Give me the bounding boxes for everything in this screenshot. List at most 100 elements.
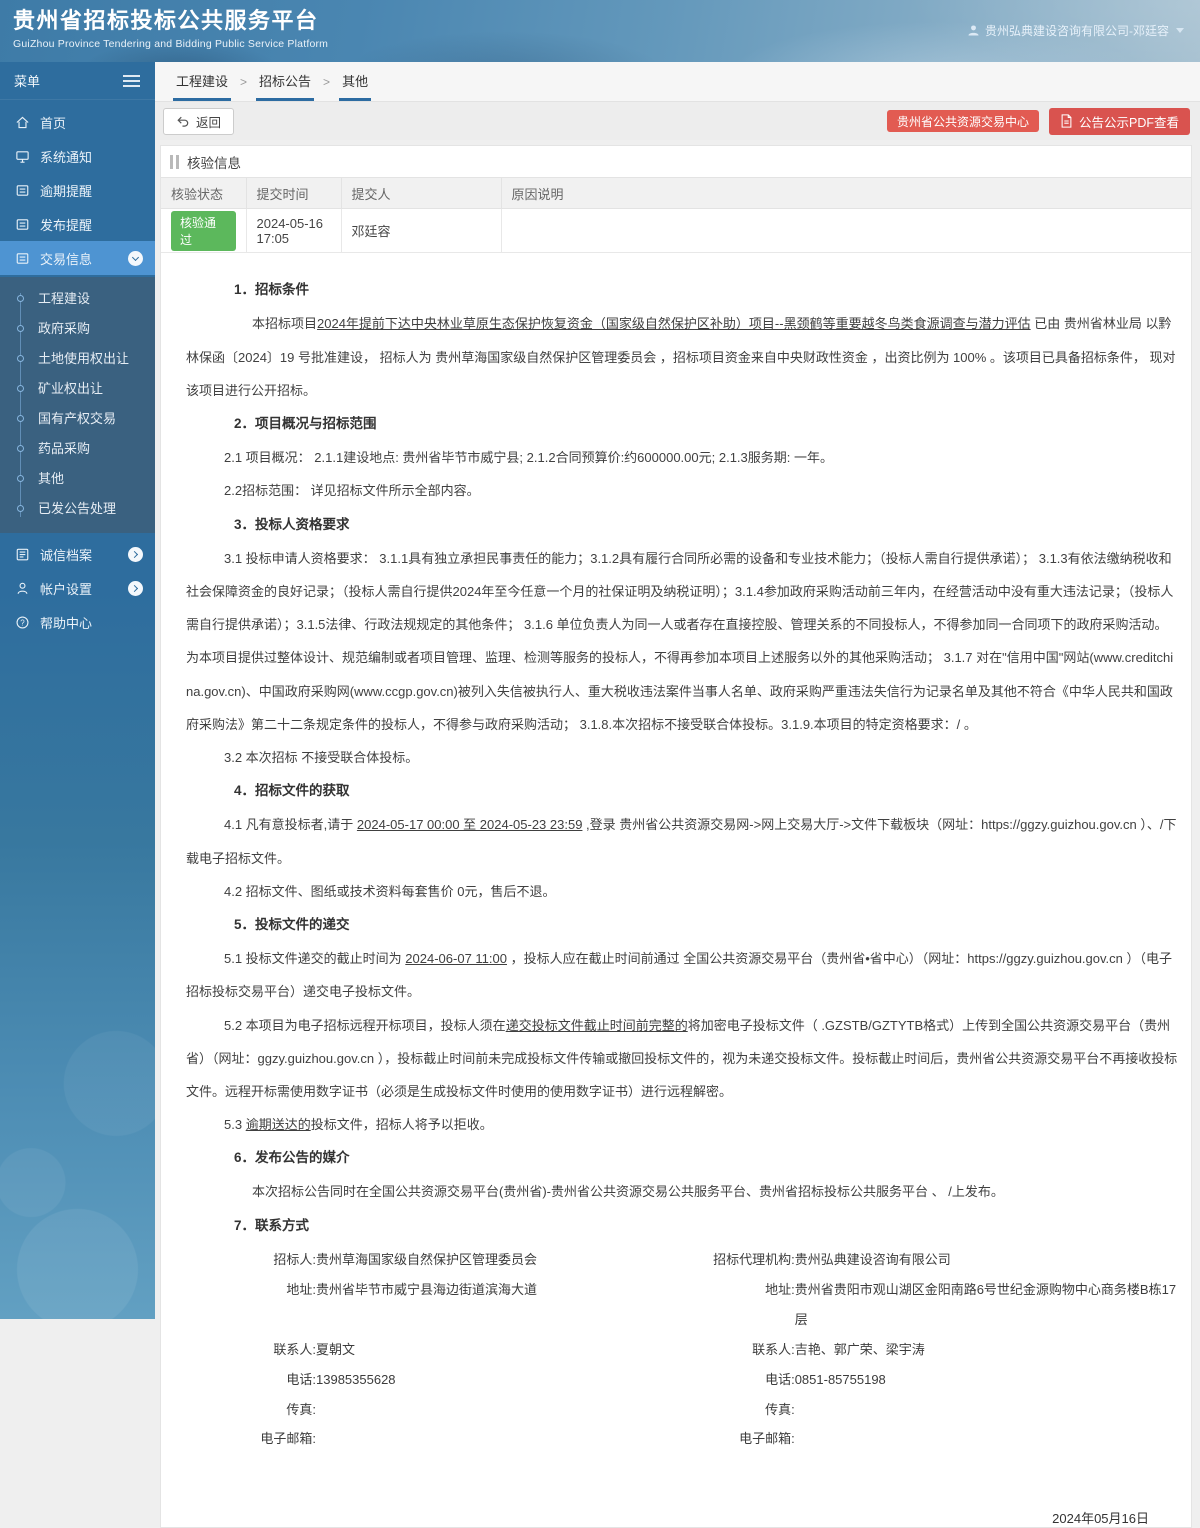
sidebar-item-system-notice[interactable]: 系统通知 bbox=[0, 139, 155, 173]
back-button[interactable]: 返回 bbox=[163, 107, 235, 135]
doc-paragraph: 5.1 投标文件递交的截止时间为 2024-06-07 11:00 ，投标人应在… bbox=[186, 951, 1172, 1000]
notice-card-icon bbox=[16, 184, 29, 196]
verify-table-row: 核验通过 2024-05-16 17:05 邓廷容 bbox=[161, 208, 1191, 253]
breadcrumb-item[interactable]: 其他 bbox=[339, 62, 372, 101]
contact-label: 地址: bbox=[765, 1281, 795, 1297]
brand-block: 贵州省招标投标公共服务平台 GuiZhou Province Tendering… bbox=[13, 7, 328, 50]
sidebar-subitem-mining-rights[interactable]: 矿业权出让 bbox=[0, 374, 155, 404]
sidebar-submenu: 工程建设 政府采购 土地使用权出让 矿业权出让 国有产权交易 药品采购 其他 已发公告处理 bbox=[0, 277, 155, 533]
toolbar: 返回 贵州省公共资源交易中心 公告公示PDF查看 bbox=[155, 102, 1200, 140]
contact-row: 电子邮箱: 电子邮箱: bbox=[186, 1424, 1179, 1454]
doc-paragraph: 3.2 本次招标 不接受联合体投标。 bbox=[224, 749, 419, 765]
breadcrumb-separator: > bbox=[240, 75, 248, 89]
sidebar-item-label: 发布提醒 bbox=[40, 217, 93, 233]
contact-value: 贵州省毕节市威宁县海边街道滨海大道 bbox=[316, 1281, 538, 1297]
sidebar-item-help-center[interactable]: ? 帮助中心 bbox=[0, 605, 155, 639]
doc-paragraph: 本次招标公告同时在全国公共资源交易平台(贵州省)-贵州省公共资源交易公共服务平台… bbox=[252, 1184, 1004, 1200]
sidebar-subitem-drug-procurement[interactable]: 药品采购 bbox=[0, 434, 155, 464]
announcement-document: 1．招标条件 本招标项目2024年提前下达中央林业草原生态保护恢复资金（国家级自然… bbox=[161, 253, 1191, 1454]
announcement-date: 2024年05月16日 bbox=[1052, 1511, 1149, 1527]
sidebar-item-label: 系统通知 bbox=[40, 149, 93, 165]
sidebar-subitem-other[interactable]: 其他 bbox=[0, 464, 155, 494]
verify-column-header: 提交人 bbox=[341, 177, 502, 209]
pdf-view-label: 公告公示PDF查看 bbox=[1078, 115, 1179, 130]
contact-block: 招标人: 贵州草海国家级自然保护区管理委员会 招标代理机构: 贵州弘典建设咨询有限公司… bbox=[186, 1245, 1179, 1454]
contact-row: 地址: 贵州省毕节市威宁县海边街道滨海大道 地址: 贵州省贵阳市观山湖区金阳南路6号世… bbox=[186, 1275, 1179, 1335]
verify-table: 核验状态 提交时间 提交人 原因说明 核验通过 2024-05-16 17:05 邓廷… bbox=[161, 177, 1191, 253]
doc-paragraph: 2.2招标范围： 详见招标文件所示全部内容。 bbox=[224, 483, 480, 499]
verify-column-header: 核验状态 bbox=[161, 177, 247, 209]
sidebar-subitem-construction[interactable]: 工程建设 bbox=[0, 284, 155, 314]
verify-title-text: 核验信息 bbox=[187, 155, 241, 171]
undo-arrow-icon bbox=[177, 116, 189, 127]
contact-value: 贵州省贵阳市观山湖区金阳南路6号世纪金源购物中心商务楼B栋17层 bbox=[794, 1281, 1177, 1327]
doc-section-heading: 7．联系方式 bbox=[234, 1217, 310, 1233]
contact-value: 13985355628 bbox=[316, 1371, 396, 1387]
contact-value: 吉艳、郭广荣、梁宇涛 bbox=[794, 1341, 925, 1357]
contact-label: 电话: bbox=[765, 1371, 795, 1387]
doc-section-heading: 5．投标文件的递交 bbox=[234, 916, 350, 932]
sidebar-item-label: 诚信档案 bbox=[40, 547, 93, 563]
doc-paragraph: 2.1 项目概况： 2.1.1建设地点: 贵州省毕节市威宁县; 2.1.2合同预… bbox=[224, 450, 833, 466]
sidebar-item-overdue-reminder[interactable]: 逾期提醒 bbox=[0, 173, 155, 207]
contact-row: 传真: 传真: bbox=[186, 1395, 1179, 1425]
sidebar-item-trade-info[interactable]: 交易信息 bbox=[0, 241, 155, 275]
pdf-document-icon bbox=[1061, 114, 1072, 128]
sidebar-subitem-land-use[interactable]: 土地使用权出让 bbox=[0, 344, 155, 374]
doc-section-heading: 3．投标人资格要求 bbox=[234, 516, 350, 532]
verify-person-cell: 邓廷容 bbox=[341, 208, 502, 253]
chevron-right-icon bbox=[128, 580, 143, 596]
caret-down-icon bbox=[1176, 28, 1184, 33]
sidebar-subitem-published-notices[interactable]: 已发公告处理 bbox=[0, 494, 155, 524]
contact-label: 联系人: bbox=[752, 1341, 795, 1357]
user-menu[interactable]: 贵州弘典建设咨询有限公司-邓廷容 bbox=[967, 22, 1184, 39]
hamburger-icon[interactable] bbox=[123, 79, 140, 82]
section-marker-icon bbox=[170, 154, 179, 169]
sidebar-subitem-gov-procurement[interactable]: 政府采购 bbox=[0, 314, 155, 344]
contact-label: 电子邮箱: bbox=[739, 1431, 795, 1447]
verify-reason-cell bbox=[501, 208, 1191, 253]
contact-label: 传真: bbox=[765, 1401, 795, 1417]
breadcrumb-item[interactable]: 工程建设 bbox=[173, 62, 232, 101]
sidebar-menu-head: 菜单 bbox=[0, 62, 155, 100]
sidebar-item-publish-reminder[interactable]: 发布提醒 bbox=[0, 207, 155, 241]
contact-row: 联系人: 夏朝文 联系人: 吉艳、郭广荣、梁宇涛 bbox=[186, 1335, 1179, 1365]
doc-section-heading: 4．招标文件的获取 bbox=[234, 782, 350, 798]
menu-label: 菜单 bbox=[14, 74, 41, 89]
person-icon bbox=[968, 25, 979, 36]
svg-text:?: ? bbox=[20, 618, 25, 627]
sidebar-item-account-settings[interactable]: 帐户设置 bbox=[0, 571, 155, 605]
content-panel: 核验信息 核验状态 提交时间 提交人 原因说明 核验通过 2024-05-16 17:… bbox=[160, 145, 1192, 1528]
contact-value: 0851-85755198 bbox=[794, 1371, 886, 1387]
sidebar-item-credit-archive[interactable]: 诚信档案 bbox=[0, 537, 155, 571]
sidebar-nav-bottom: 诚信档案帐户设置? 帮助中心 bbox=[0, 533, 155, 639]
sidebar-item-label: 首页 bbox=[40, 115, 67, 131]
app-title: 贵州省招标投标公共服务平台 bbox=[13, 8, 319, 33]
doc-paragraph: 5.3 逾期送达的投标文件，招标人将予以拒收。 bbox=[224, 1116, 493, 1132]
exchange-center-button[interactable]: 贵州省公共资源交易中心 bbox=[886, 110, 1039, 132]
pdf-view-button[interactable]: 公告公示PDF查看 bbox=[1048, 107, 1190, 135]
sidebar-subitem-state-assets[interactable]: 国有产权交易 bbox=[0, 404, 155, 434]
main-area: 工程建设 > 招标公告 > 其他 返回 贵州省公共资源交易中心 公告公示PDF查看 核验… bbox=[155, 62, 1200, 1528]
app-subtitle: GuiZhou Province Tendering and Bidding P… bbox=[13, 37, 329, 50]
doc-section-heading: 2．项目概况与招标范围 bbox=[234, 415, 377, 431]
sidebar: 菜单 首页系统通知逾期提醒发布提醒交易信息 工程建设 政府采购 土地使用权出让 矿业权… bbox=[0, 62, 155, 1319]
doc-paragraph: 4.2 招标文件、图纸或技术资料每套售价 0元，售后不退。 bbox=[224, 883, 556, 899]
breadcrumb: 工程建设 > 招标公告 > 其他 bbox=[155, 62, 1200, 102]
contact-label: 地址: bbox=[286, 1281, 316, 1297]
contact-value: 贵州弘典建设咨询有限公司 bbox=[794, 1252, 951, 1268]
verify-column-header: 原因说明 bbox=[501, 177, 1191, 209]
breadcrumb-separator: > bbox=[323, 75, 331, 89]
contact-row: 电话: 13985355628 电话: 0851-85755198 bbox=[186, 1365, 1179, 1395]
breadcrumb-item[interactable]: 招标公告 bbox=[256, 62, 315, 101]
verify-column-header: 提交时间 bbox=[246, 177, 342, 209]
contact-value: 贵州草海国家级自然保护区管理委员会 bbox=[316, 1252, 538, 1268]
chevron-right-icon bbox=[128, 546, 143, 562]
sidebar-item-label: 交易信息 bbox=[40, 251, 93, 267]
verify-section-title: 核验信息 bbox=[161, 146, 1191, 177]
contact-label: 电子邮箱: bbox=[260, 1431, 316, 1447]
doc-section-heading: 1．招标条件 bbox=[234, 282, 310, 297]
sidebar-item-home[interactable]: 首页 bbox=[0, 105, 155, 139]
sidebar-item-label: 帮助中心 bbox=[40, 615, 93, 631]
contact-label: 电话: bbox=[286, 1371, 316, 1387]
